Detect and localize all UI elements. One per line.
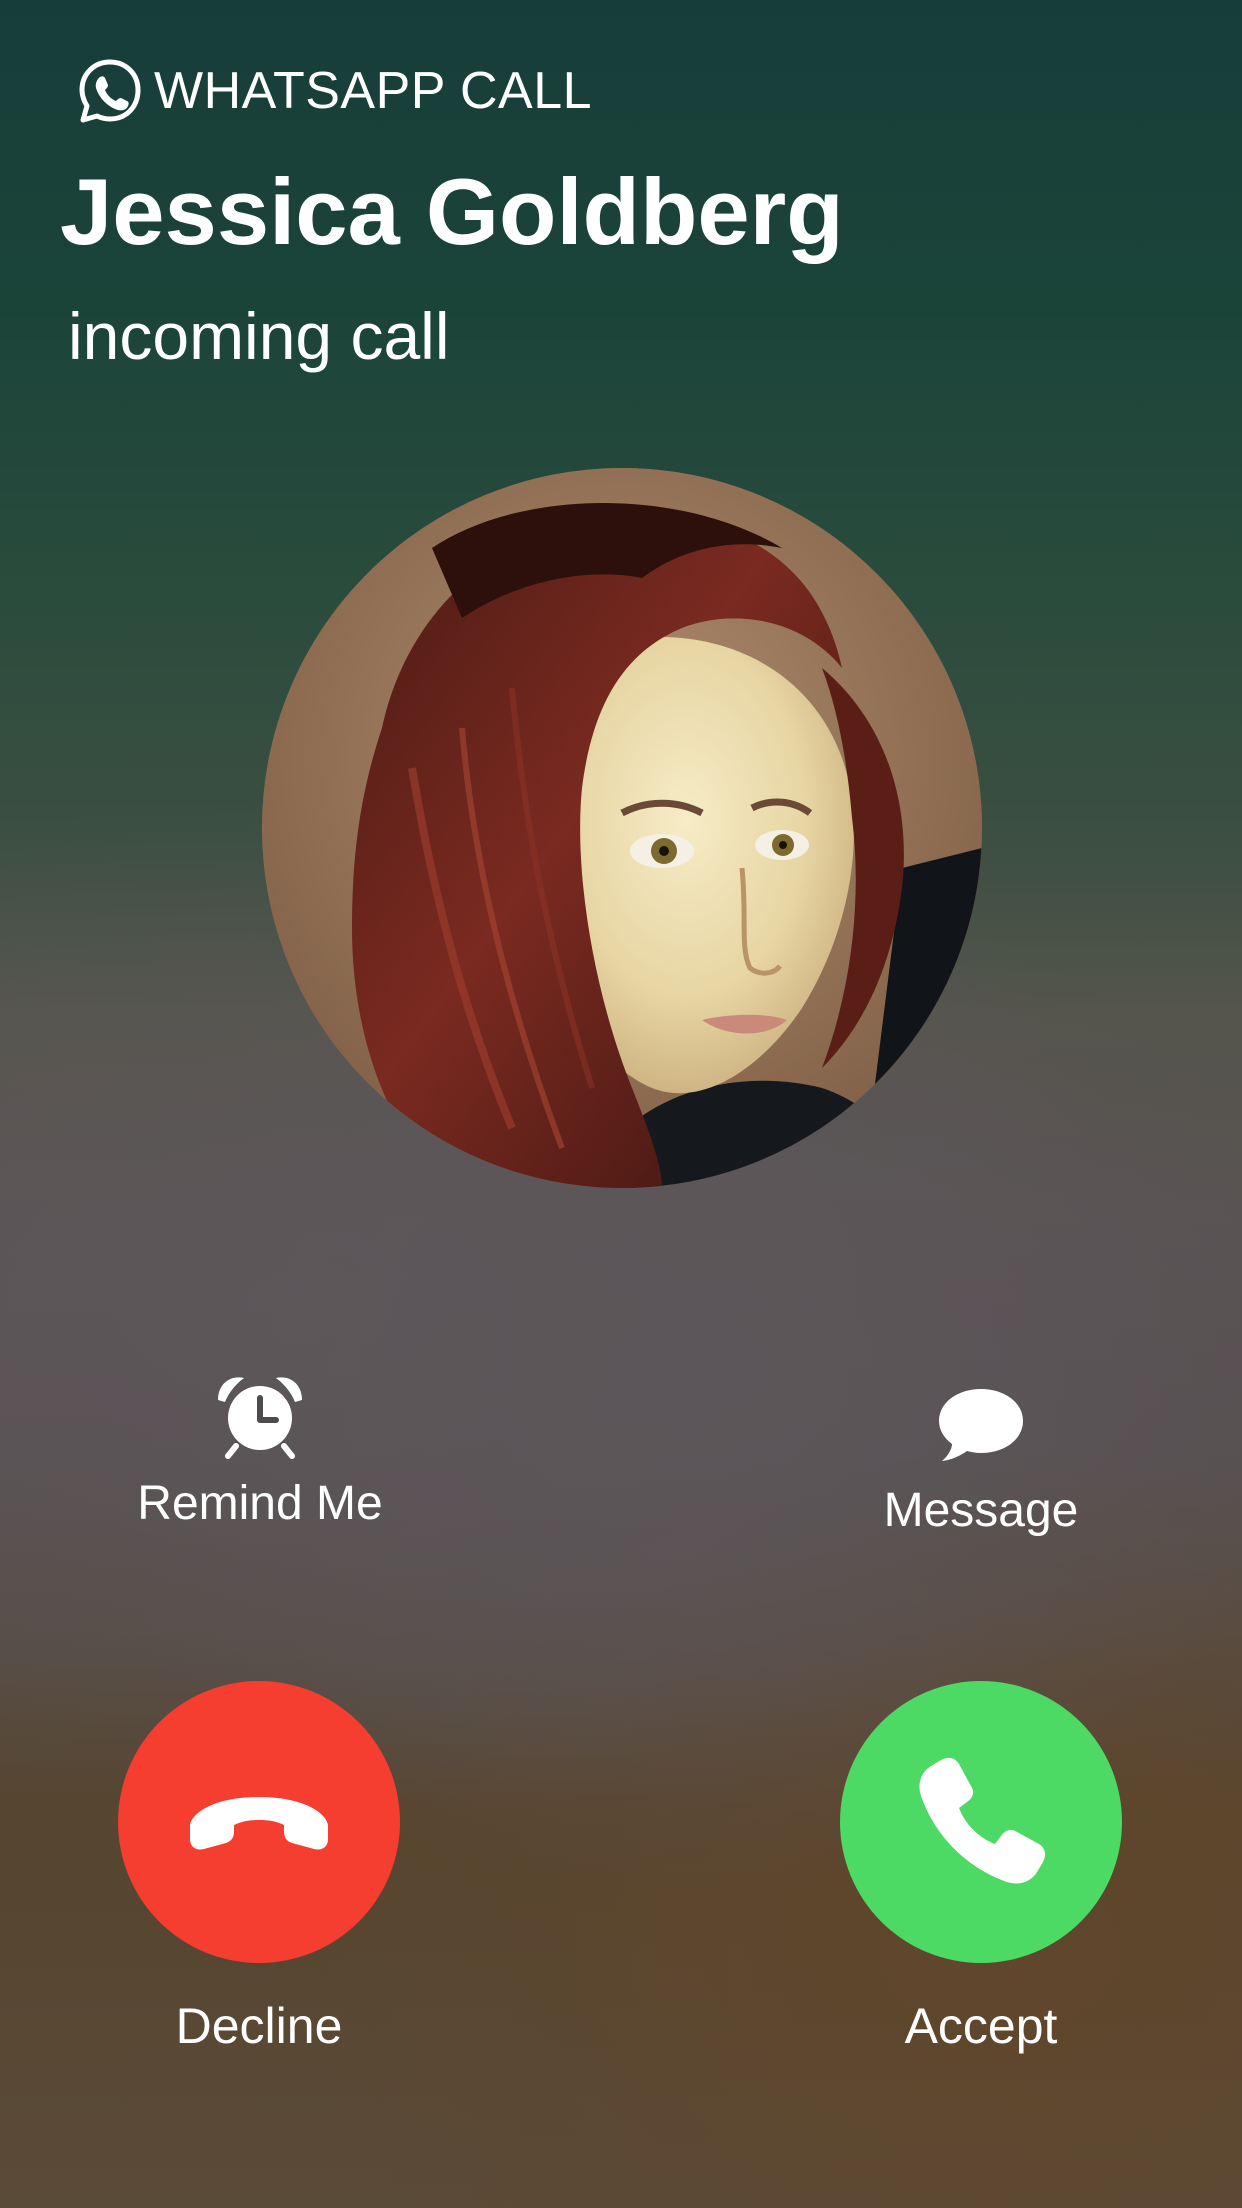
alarm-clock-icon bbox=[218, 1377, 302, 1459]
caller-name: Jessica Goldberg bbox=[60, 159, 844, 264]
decline-action: Decline bbox=[59, 1681, 459, 2054]
caller-avatar bbox=[262, 468, 982, 1188]
accept-action: Accept bbox=[781, 1681, 1181, 2054]
call-status: incoming call bbox=[68, 299, 450, 373]
decline-button[interactable] bbox=[118, 1681, 400, 1963]
message-button[interactable]: Message bbox=[801, 1385, 1161, 1538]
accept-button[interactable] bbox=[840, 1681, 1122, 1963]
message-label: Message bbox=[883, 1484, 1079, 1537]
call-type-label: WHATSAPP CALL bbox=[154, 62, 593, 120]
decline-label: Decline bbox=[175, 1998, 343, 2054]
speech-bubble-icon bbox=[939, 1389, 1023, 1461]
caller-photo bbox=[262, 468, 982, 1188]
call-type-header: WHATSAPP CALL bbox=[76, 56, 592, 126]
whatsapp-icon bbox=[79, 59, 141, 123]
accept-label: Accept bbox=[904, 1998, 1058, 2054]
remind-me-label: Remind Me bbox=[137, 1477, 383, 1530]
hang-up-icon bbox=[190, 1797, 328, 1850]
remind-me-button[interactable]: Remind Me bbox=[80, 1372, 440, 1531]
phone-icon bbox=[919, 1757, 1046, 1884]
